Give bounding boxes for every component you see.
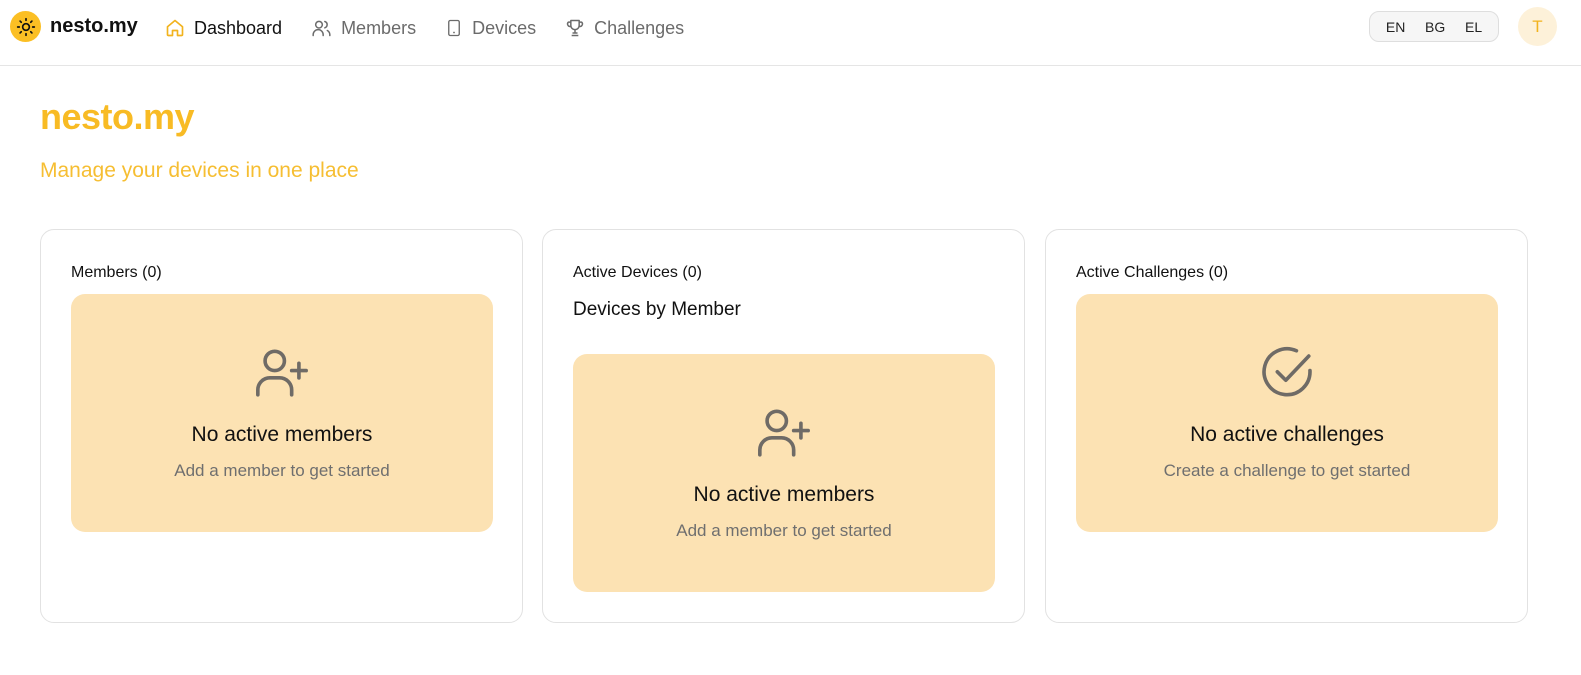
page-title: nesto.my — [40, 96, 195, 137]
main-nav: Dashboard Members Devices Challenges — [165, 0, 684, 56]
user-plus-icon — [758, 409, 810, 457]
nav-item-members[interactable]: Members — [311, 18, 416, 39]
brand-name: nesto.my — [50, 15, 138, 37]
members-empty-state: No active members Add a member to get st… — [71, 294, 493, 532]
trophy-icon — [566, 19, 584, 37]
members-empty-text: Add a member to get started — [174, 461, 390, 480]
nav-label-devices: Devices — [472, 17, 537, 38]
devices-card: Active Devices (0) Devices by Member No … — [542, 229, 1025, 623]
nav-label-dashboard: Dashboard — [194, 17, 283, 38]
nav-label-challenges: Challenges — [594, 17, 685, 38]
nav-item-dashboard[interactable]: Dashboard — [165, 18, 282, 39]
devices-empty-text: Add a member to get started — [676, 521, 892, 540]
devices-empty-state: No active members Add a member to get st… — [573, 354, 995, 592]
users-icon — [312, 20, 331, 37]
challenges-empty-text: Create a challenge to get started — [1163, 461, 1411, 480]
nav-item-devices[interactable]: Devices — [445, 18, 536, 39]
lang-el-button[interactable]: EL — [1465, 19, 1482, 35]
challenges-empty-state: No active challenges Create a challenge … — [1076, 294, 1498, 532]
challenges-card: Active Challenges (0) No active challeng… — [1045, 229, 1528, 623]
tablet-icon — [448, 19, 461, 37]
members-empty-title: No active members — [191, 423, 373, 446]
page-subtitle: Manage your devices in one place — [40, 159, 359, 182]
devices-empty-title: No active members — [693, 483, 875, 506]
user-plus-icon — [256, 349, 308, 397]
lang-bg-button[interactable]: BG — [1425, 19, 1445, 35]
members-card: Members (0) No active members Add a memb… — [40, 229, 523, 623]
devices-by-member-heading: Devices by Member — [573, 299, 741, 320]
challenges-card-title: Active Challenges (0) — [1076, 264, 1229, 281]
devices-card-title: Active Devices (0) — [573, 264, 702, 281]
home-icon — [166, 19, 184, 37]
lang-en-button[interactable]: EN — [1386, 19, 1405, 35]
language-switcher: EN BG EL — [1369, 11, 1499, 42]
challenges-empty-title: No active challenges — [1190, 423, 1384, 446]
user-avatar[interactable]: T — [1518, 7, 1557, 46]
members-card-title: Members (0) — [71, 264, 162, 281]
top-navigation-bar: nesto.my Dashboard Members Devices Chall… — [0, 0, 1581, 66]
sun-icon — [10, 11, 41, 42]
nav-label-members: Members — [341, 17, 417, 38]
nav-item-challenges[interactable]: Challenges — [565, 18, 684, 39]
check-circle-icon — [1262, 347, 1312, 397]
brand[interactable]: nesto.my — [10, 11, 138, 42]
